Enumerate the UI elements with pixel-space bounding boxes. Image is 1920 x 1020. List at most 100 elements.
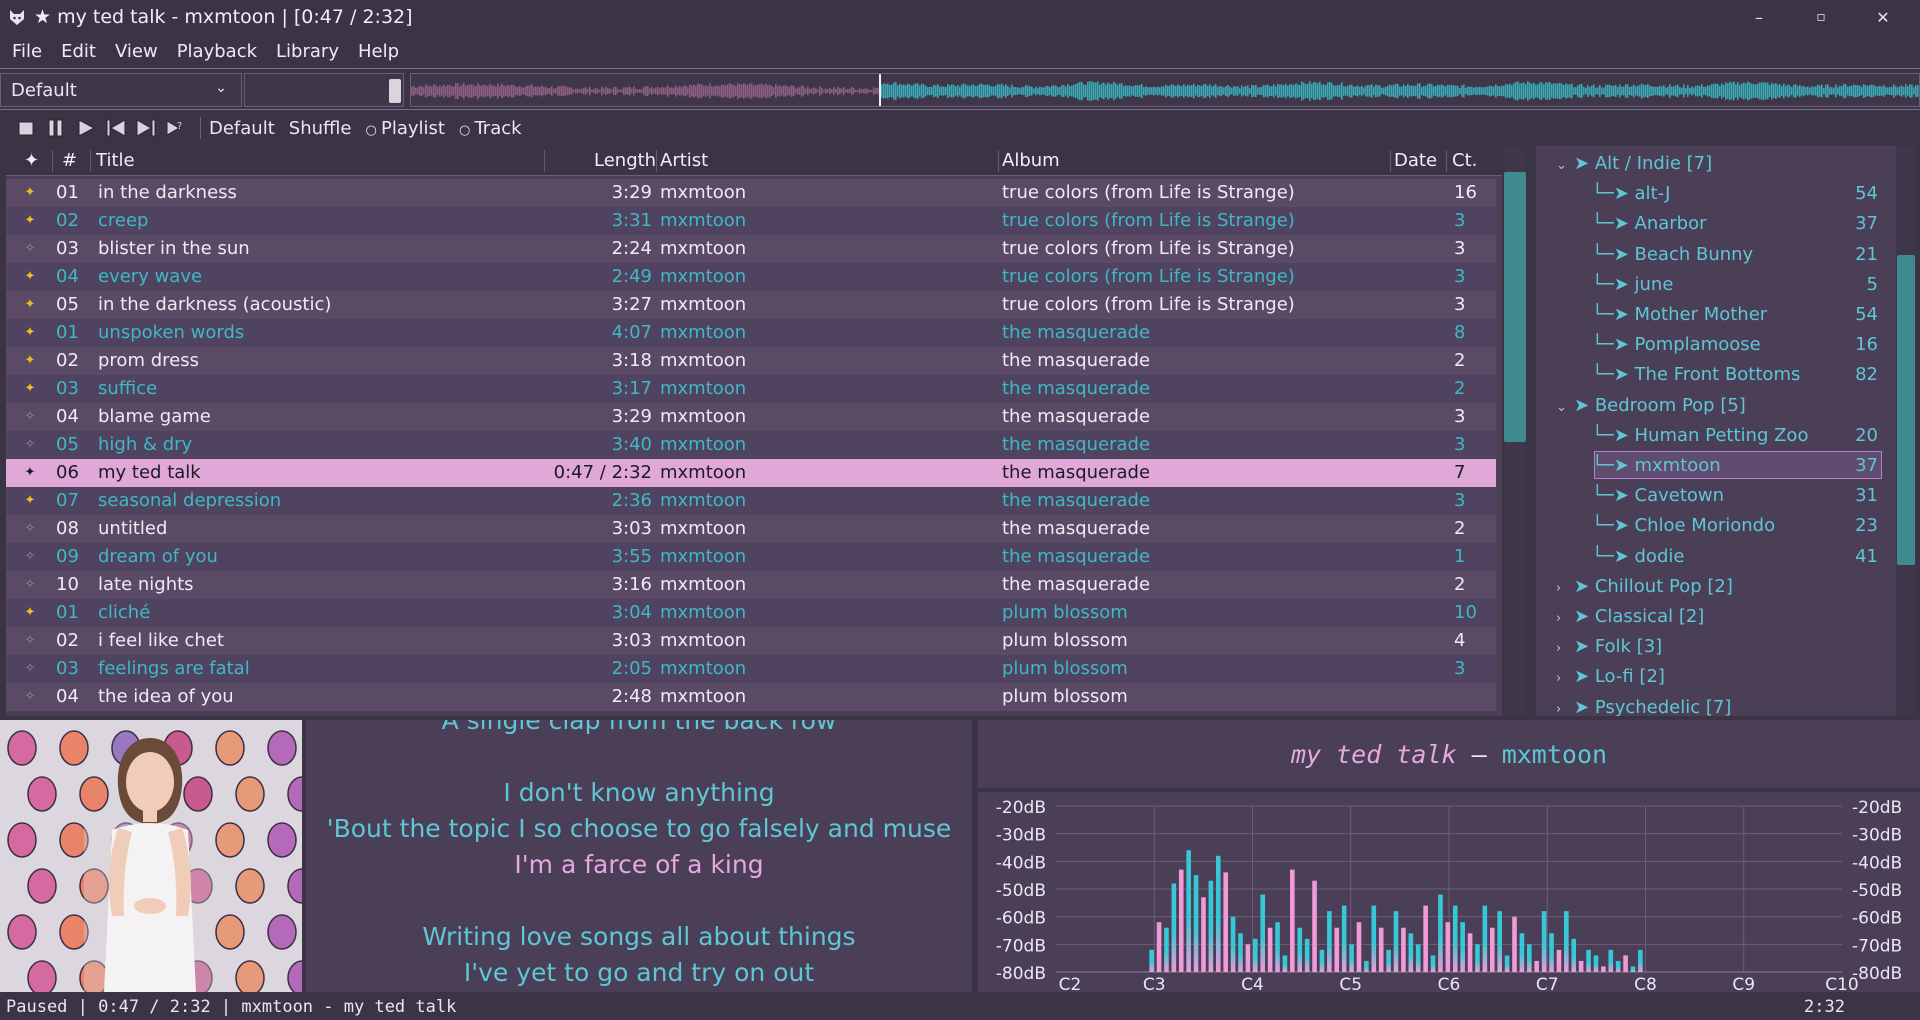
header-count[interactable]: Ct. — [1452, 150, 1477, 171]
preset-dropdown[interactable]: Default ⌄ — [0, 73, 242, 107]
volume-slider[interactable] — [244, 73, 404, 107]
chevron-right-icon[interactable]: › — [1556, 635, 1574, 663]
chevron-down-icon[interactable]: ⌄ — [1556, 394, 1574, 422]
tree-genre-node[interactable]: › ➤ Folk [3] — [1556, 633, 1662, 661]
menu-help[interactable]: Help — [351, 41, 406, 62]
table-row[interactable]: ✦ 01 cliché 3:04 mxmtoon plum blossom 10 — [6, 599, 1496, 627]
rating-star-icon[interactable]: ✦ — [20, 207, 40, 235]
table-row[interactable]: ✧ 09 dream of you 3:55 mxmtoon the masquerade… — [6, 543, 1496, 571]
header-star[interactable]: ✦ — [24, 150, 39, 171]
rating-star-icon[interactable]: ✧ — [20, 627, 40, 655]
rating-star-icon[interactable]: ✧ — [20, 403, 40, 431]
menu-edit[interactable]: Edit — [54, 41, 103, 62]
playhead-cursor[interactable] — [879, 74, 881, 107]
tree-artist-node[interactable]: └─➤ alt-J — [1592, 180, 1670, 208]
table-row[interactable]: ✧ 04 the idea of you 2:48 mxmtoon plum blosso… — [6, 683, 1496, 711]
table-row[interactable]: ✦ 02 prom dress 3:18 mxmtoon the masquerade 2 — [6, 347, 1496, 375]
tree-genre-node[interactable]: › ➤ Psychedelic [7] — [1556, 694, 1731, 716]
tree-artist-node[interactable]: └─➤ june — [1592, 271, 1673, 299]
table-row[interactable]: ✦ 05 in the darkness (acoustic) 3:27 mxmtoon… — [6, 291, 1496, 319]
tree-artist-node[interactable]: └─➤ Beach Bunny — [1592, 241, 1753, 269]
table-row[interactable]: ✦ 07 seasonal depression 2:36 mxmtoon the mas… — [6, 487, 1496, 515]
rating-star-icon[interactable]: ✦ — [20, 459, 40, 487]
rating-star-icon[interactable]: ✧ — [20, 655, 40, 683]
table-row[interactable]: ✧ 02 i feel like chet 3:03 mxmtoon plum bloss… — [6, 627, 1496, 655]
chevron-right-icon[interactable]: › — [1556, 665, 1574, 693]
rating-star-icon[interactable]: ✦ — [20, 487, 40, 515]
close-button[interactable]: ✕ — [1852, 0, 1914, 34]
chevron-down-icon[interactable]: ⌄ — [1556, 152, 1574, 180]
table-row[interactable]: ✦ 06 my ted talk 0:47 / 2:32 mxmtoon the masq… — [6, 459, 1496, 487]
menu-playback[interactable]: Playback — [170, 41, 264, 62]
header-title[interactable]: Title — [96, 150, 135, 171]
playback-mode-default[interactable]: Default — [209, 118, 275, 139]
chevron-right-icon[interactable]: › — [1556, 575, 1574, 603]
rating-star-icon[interactable]: ✦ — [20, 347, 40, 375]
rating-star-icon[interactable]: ✦ — [20, 319, 40, 347]
minimize-button[interactable]: – — [1728, 0, 1790, 34]
tree-artist-node[interactable]: └─➤ Anarbor — [1592, 210, 1707, 238]
rating-star-icon[interactable]: ✧ — [20, 515, 40, 543]
table-row[interactable]: ✦ 02 creep 3:31 mxmtoon true colors (from Lif… — [6, 207, 1496, 235]
menu-view[interactable]: View — [108, 41, 165, 62]
repeat-playlist-option[interactable]: ○ Playlist — [366, 118, 445, 139]
library-scrollbar[interactable] — [1897, 255, 1915, 565]
waveform-sample — [621, 89, 623, 93]
tree-artist-node[interactable]: └─➤ Mother Mother — [1592, 301, 1767, 329]
table-row[interactable]: ✧ 04 blame game 3:29 mxmtoon the masquerade 3 — [6, 403, 1496, 431]
tree-genre-node[interactable]: › ➤ Lo-fi [2] — [1556, 663, 1665, 691]
header-artist[interactable]: Artist — [660, 150, 708, 171]
rating-star-icon[interactable]: ✧ — [20, 431, 40, 459]
menu-file[interactable]: File — [5, 41, 49, 62]
rating-star-icon[interactable]: ✧ — [20, 571, 40, 599]
random-icon[interactable]: ? — [162, 115, 190, 141]
tree-artist-node[interactable]: └─➤ Cavetown — [1592, 482, 1724, 510]
table-row[interactable]: ✧ 03 feelings are fatal 2:05 mxmtoon plum blo… — [6, 655, 1496, 683]
pause-icon[interactable] — [42, 115, 70, 141]
table-row[interactable]: ✧ 05 high & dry 3:40 mxmtoon the masquerade 3 — [6, 431, 1496, 459]
tree-genre-node[interactable]: › ➤ Chillout Pop [2] — [1556, 573, 1733, 601]
header-album[interactable]: Album — [1002, 150, 1060, 171]
rating-star-icon[interactable]: ✦ — [20, 375, 40, 403]
table-row[interactable]: ✧ 03 blister in the sun 2:24 mxmtoon true col… — [6, 235, 1496, 263]
table-row[interactable]: ✧ 10 late nights 3:16 mxmtoon the masquerade 2 — [6, 571, 1496, 599]
waveform-seekbar[interactable] — [410, 73, 1920, 107]
waveform-sample — [1733, 81, 1735, 101]
table-row[interactable]: ✧ 08 untitled 3:03 mxmtoon the masquerade 2 — [6, 515, 1496, 543]
tree-artist-node[interactable]: └─➤ dodie — [1592, 543, 1684, 571]
rating-star-icon[interactable]: ✦ — [20, 179, 40, 207]
rating-star-icon[interactable]: ✦ — [20, 263, 40, 291]
chevron-right-icon[interactable]: › — [1556, 605, 1574, 633]
menu-library[interactable]: Library — [269, 41, 346, 62]
maximize-button[interactable]: ▫ — [1790, 0, 1852, 34]
stop-icon[interactable] — [12, 115, 40, 141]
rating-star-icon[interactable]: ✦ — [20, 599, 40, 627]
playback-mode-shuffle[interactable]: Shuffle — [289, 118, 352, 139]
rating-star-icon[interactable]: ✦ — [20, 291, 40, 319]
tree-artist-node[interactable]: └─➤ The Front Bottoms — [1592, 361, 1800, 389]
repeat-track-option[interactable]: ○ Track — [459, 118, 522, 139]
rating-star-icon[interactable]: ✧ — [20, 543, 40, 571]
rating-star-icon[interactable]: ✧ — [20, 235, 40, 263]
tree-artist-node[interactable]: └─➤ mxmtoon — [1592, 452, 1721, 480]
tree-artist-node[interactable]: └─➤ Human Petting Zoo — [1592, 422, 1808, 450]
next-icon[interactable] — [132, 115, 160, 141]
chevron-right-icon[interactable]: › — [1556, 696, 1574, 716]
table-row[interactable]: ✦ 01 unspoken words 4:07 mxmtoon the masquera… — [6, 319, 1496, 347]
play-icon[interactable] — [72, 115, 100, 141]
tree-artist-node[interactable]: └─➤ Chloe Moriondo — [1592, 512, 1775, 540]
table-row[interactable]: ✦ 04 every wave 2:49 mxmtoon true colors (fro… — [6, 263, 1496, 291]
header-length[interactable]: Length — [594, 150, 656, 171]
table-row[interactable]: ✦ 03 suffice 3:17 mxmtoon the masquerade 2 — [6, 375, 1496, 403]
tree-genre-node[interactable]: ⌄ ➤ Alt / Indie [7] — [1556, 150, 1712, 178]
rating-star-icon[interactable]: ✧ — [20, 683, 40, 711]
playlist-scrollbar[interactable] — [1504, 172, 1526, 442]
tree-genre-node[interactable]: ⌄ ➤ Bedroom Pop [5] — [1556, 392, 1746, 420]
tree-artist-node[interactable]: └─➤ Pomplamoose — [1592, 331, 1761, 359]
tree-genre-node[interactable]: › ➤ Classical [2] — [1556, 603, 1704, 631]
volume-slider-handle[interactable] — [389, 79, 401, 103]
previous-icon[interactable] — [102, 115, 130, 141]
header-date[interactable]: Date — [1394, 150, 1437, 171]
header-number[interactable]: # — [62, 150, 77, 171]
table-row[interactable]: ✦ 01 in the darkness 3:29 mxmtoon true colors… — [6, 179, 1496, 207]
